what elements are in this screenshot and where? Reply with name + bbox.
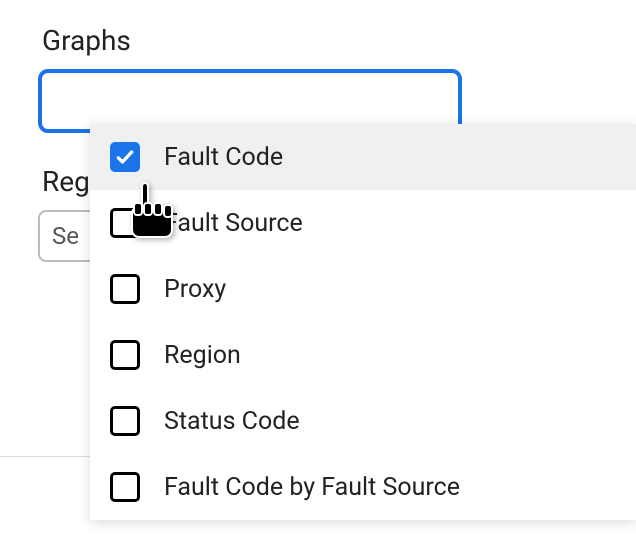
graphs-label: Graphs bbox=[42, 24, 636, 57]
checkbox-icon bbox=[110, 340, 140, 370]
dropdown-item-fault-code-by-source[interactable]: Fault Code by Fault Source bbox=[90, 454, 636, 520]
checkbox-icon bbox=[110, 274, 140, 304]
dropdown-item-label: Region bbox=[164, 341, 241, 370]
pointer-cursor-icon bbox=[122, 179, 192, 253]
divider bbox=[0, 456, 90, 457]
checkbox-icon bbox=[110, 142, 140, 172]
dropdown-item-label: Fault Code by Fault Source bbox=[164, 473, 460, 502]
dropdown-item-status-code[interactable]: Status Code bbox=[90, 388, 636, 454]
dropdown-item-label: Status Code bbox=[164, 407, 300, 436]
region-select[interactable]: Se bbox=[38, 210, 98, 262]
dropdown-item-label: Fault Code bbox=[164, 143, 283, 172]
dropdown-item-label: Proxy bbox=[164, 275, 226, 304]
checkbox-icon bbox=[110, 406, 140, 436]
dropdown-item-region[interactable]: Region bbox=[90, 322, 636, 388]
dropdown-item-proxy[interactable]: Proxy bbox=[90, 256, 636, 322]
checkbox-icon bbox=[110, 472, 140, 502]
